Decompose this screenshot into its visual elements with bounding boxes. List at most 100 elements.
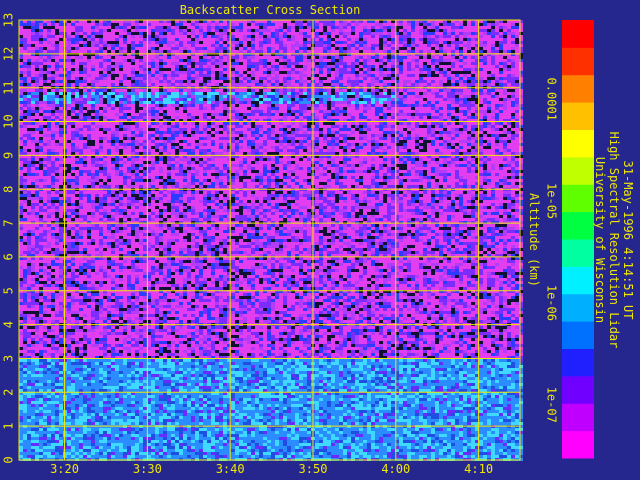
heatmap-cell: [279, 128, 283, 131]
heatmap-cell: [251, 26, 255, 29]
heatmap-cell: [507, 128, 511, 131]
heatmap-cell: [427, 29, 431, 32]
heatmap-cell: [431, 101, 435, 104]
heatmap-cell: [443, 74, 447, 77]
heatmap-cell: [291, 125, 295, 128]
heatmap-cell: [159, 89, 163, 92]
heatmap-cell: [391, 50, 395, 53]
heatmap-cell: [115, 122, 119, 125]
heatmap-cell: [495, 83, 499, 86]
heatmap-cell: [371, 56, 375, 59]
heatmap-cell: [507, 29, 511, 32]
heatmap-cell: [123, 122, 127, 125]
heatmap-cell: [303, 104, 307, 107]
heatmap-cell: [371, 71, 375, 74]
heatmap-cell: [375, 89, 379, 92]
heatmap-cell: [59, 71, 63, 74]
heatmap-cell: [115, 65, 119, 68]
heatmap-cell: [355, 68, 359, 71]
heatmap-cell: [183, 128, 187, 131]
heatmap-cell: [131, 71, 135, 74]
heatmap-cell: [223, 62, 227, 65]
heatmap-cell: [231, 44, 235, 47]
heatmap-cell: [295, 98, 299, 101]
heatmap-cell: [195, 125, 199, 128]
heatmap-cell: [427, 101, 431, 104]
heatmap-cell: [507, 50, 511, 53]
heatmap-cell: [195, 47, 199, 50]
heatmap-cell: [187, 71, 191, 74]
heatmap-cell: [271, 122, 275, 125]
heatmap-cell: [351, 62, 355, 65]
heatmap-cell: [271, 62, 275, 65]
heatmap-cell: [451, 125, 455, 128]
heatmap-cell: [423, 113, 427, 116]
heatmap-cell: [43, 26, 47, 29]
heatmap-cell: [251, 41, 255, 44]
heatmap-cell: [391, 68, 395, 71]
heatmap-cell: [439, 50, 443, 53]
heatmap-cell: [255, 125, 259, 128]
heatmap-cell: [323, 59, 327, 62]
heatmap-cell: [447, 29, 451, 32]
heatmap-cell: [303, 131, 307, 134]
heatmap-cell: [251, 107, 255, 110]
heatmap-cell: [71, 95, 75, 98]
heatmap-cell: [387, 101, 391, 104]
heatmap-cell: [279, 77, 283, 80]
heatmap-cell: [439, 107, 443, 110]
heatmap-cell: [435, 101, 439, 104]
heatmap-cell: [299, 32, 303, 35]
heatmap-cell: [127, 29, 131, 32]
heatmap-cell: [367, 104, 371, 107]
heatmap-cell: [347, 68, 351, 71]
heatmap-cell: [195, 107, 199, 110]
heatmap-cell: [119, 26, 123, 29]
heatmap-cell: [467, 35, 471, 38]
heatmap-cell: [455, 23, 459, 26]
heatmap-cell: [195, 104, 199, 107]
heatmap-cell: [235, 62, 239, 65]
heatmap-cell: [239, 23, 243, 26]
heatmap-cell: [407, 77, 411, 80]
heatmap-cell: [515, 38, 519, 41]
heatmap-cell: [435, 62, 439, 65]
heatmap-cell: [495, 65, 499, 68]
heatmap-cell: [179, 38, 183, 41]
heatmap-cell: [463, 35, 467, 38]
heatmap-cell: [251, 116, 255, 119]
heatmap-cell: [139, 98, 143, 101]
heatmap-cell: [107, 71, 111, 74]
heatmap-cell: [343, 41, 347, 44]
heatmap-cell: [239, 32, 243, 35]
heatmap-cell: [19, 68, 23, 71]
heatmap-cell: [411, 65, 415, 68]
heatmap-cell: [351, 47, 355, 50]
heatmap-cell: [91, 80, 95, 83]
heatmap-cell: [503, 122, 507, 125]
heatmap-cell: [207, 83, 211, 86]
heatmap-cell: [439, 125, 443, 128]
heatmap-cell: [207, 95, 211, 98]
heatmap-cell: [343, 74, 347, 77]
heatmap-cell: [283, 44, 287, 47]
heatmap-cell: [163, 29, 167, 32]
heatmap-cell: [191, 65, 195, 68]
heatmap-cell: [111, 89, 115, 92]
heatmap-cell: [19, 77, 23, 80]
heatmap-cell: [47, 29, 51, 32]
heatmap-cell: [287, 41, 291, 44]
heatmap-cell: [191, 116, 195, 119]
heatmap-cell: [411, 80, 415, 83]
heatmap-cell: [331, 107, 335, 110]
heatmap-cell: [187, 101, 191, 104]
heatmap-cell: [47, 62, 51, 65]
heatmap-cell: [235, 98, 239, 101]
heatmap-cell: [259, 131, 263, 134]
heatmap-cell: [71, 110, 75, 113]
heatmap-cell: [351, 101, 355, 104]
heatmap-cell: [315, 56, 319, 59]
heatmap-cell: [483, 44, 487, 47]
heatmap-cell: [215, 59, 219, 62]
heatmap-cell: [39, 107, 43, 110]
